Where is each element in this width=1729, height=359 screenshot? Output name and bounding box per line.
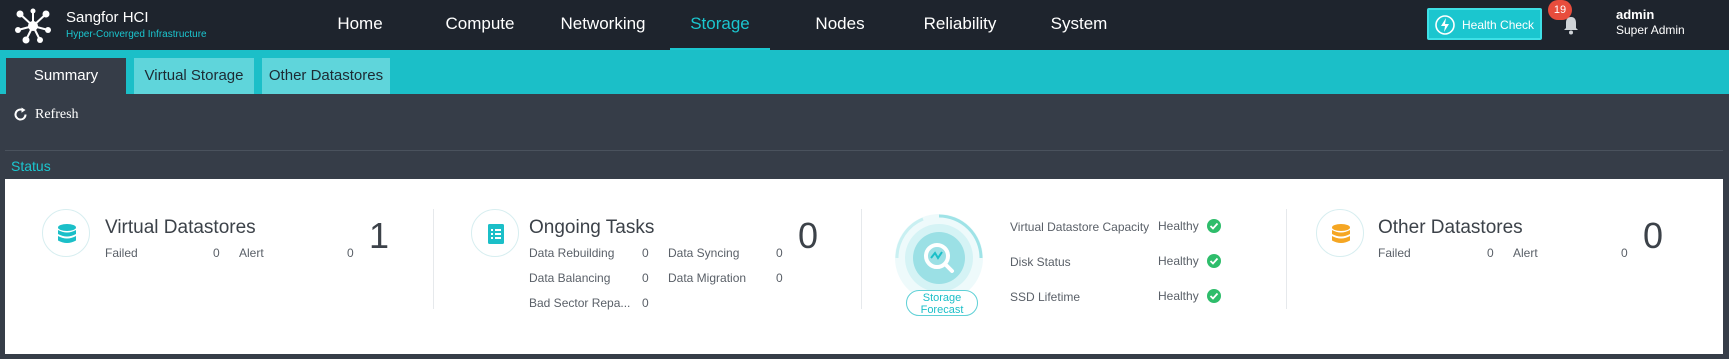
task-bad-sector-repair-label: Bad Sector Repa... [529, 296, 631, 310]
other-datastores-icon-circle [1316, 209, 1364, 257]
status-title: Status [11, 158, 51, 174]
other-datastores-failed-value: 0 [1487, 246, 1494, 260]
nav-nodes[interactable]: Nodes [805, 0, 875, 50]
task-data-rebuilding-label: Data Rebuilding [529, 246, 615, 260]
ongoing-tasks-card[interactable]: Ongoing Tasks 0 Data Rebuilding 0 Data S… [434, 179, 861, 354]
task-data-migration-value: 0 [776, 271, 783, 285]
check-disk-status-value: Healthy [1158, 254, 1199, 268]
task-bad-sector-repair-value: 0 [642, 296, 649, 310]
check-virtual-datastore-capacity-label: Virtual Datastore Capacity [1010, 220, 1150, 234]
check-circle-icon [1207, 219, 1221, 233]
other-datastores-alert-label: Alert [1513, 246, 1538, 260]
health-check-button[interactable]: Health Check [1427, 8, 1542, 40]
virtual-datastores-title: Virtual Datastores [105, 217, 256, 238]
status-panel-body: Virtual Datastores 1 Failed 0 Alert 0 On… [5, 179, 1723, 354]
virtual-datastores-alert-label: Alert [239, 246, 264, 260]
virtual-datastores-alert-value: 0 [347, 246, 354, 260]
sangfor-logo-icon [15, 8, 51, 44]
check-ssd-lifetime-value: Healthy [1158, 289, 1199, 303]
task-data-syncing-value: 0 [776, 246, 783, 260]
database-icon [1332, 224, 1350, 243]
database-icon [58, 224, 76, 243]
virtual-datastores-failed-value: 0 [213, 246, 220, 260]
task-data-syncing-label: Data Syncing [668, 246, 740, 260]
other-datastores-alert-value: 0 [1621, 246, 1628, 260]
brand-subtitle: Hyper-Converged Infrastructure [66, 29, 207, 40]
sub-tab-bar: Summary Virtual Storage Other Datastores [0, 50, 1729, 94]
check-disk-status-label: Disk Status [1010, 255, 1071, 269]
user-role: Super Admin [1616, 23, 1685, 37]
check-circle-icon [1207, 289, 1221, 303]
other-datastores-title: Other Datastores [1378, 217, 1523, 238]
refresh-label: Refresh [35, 107, 79, 122]
tab-summary[interactable]: Summary [6, 58, 126, 94]
status-panel-header: Status [5, 150, 1723, 179]
storage-forecast-label-line1: Storage [922, 292, 962, 304]
virtual-datastores-count: 1 [369, 215, 390, 256]
ongoing-tasks-title: Ongoing Tasks [529, 217, 655, 238]
toolbar: Refresh [0, 94, 1729, 136]
refresh-icon [14, 107, 27, 121]
user-name[interactable]: admin [1616, 7, 1654, 22]
virtual-datastores-card[interactable]: Virtual Datastores 1 Failed 0 Alert 0 [5, 179, 433, 354]
other-datastores-card[interactable]: Other Datastores 0 Failed 0 Alert 0 [1287, 179, 1723, 354]
check-ssd-lifetime-label: SSD Lifetime [1010, 290, 1081, 304]
nav-compute[interactable]: Compute [438, 0, 522, 50]
nav-storage[interactable]: Storage [670, 0, 770, 50]
status-panel: Status Virtual Datastores 1 Failed 0 Ale… [5, 150, 1723, 354]
check-virtual-datastore-capacity-value: Healthy [1158, 219, 1199, 233]
storage-forecast-label-line2: Forecast [920, 304, 964, 316]
other-datastores-failed-label: Failed [1378, 246, 1411, 260]
virtual-datastores-icon-circle [42, 209, 90, 257]
ongoing-tasks-icon-circle [471, 209, 519, 257]
ongoing-tasks-count: 0 [798, 215, 819, 256]
check-circle-icon [1207, 254, 1221, 268]
nav-system[interactable]: System [1044, 0, 1114, 50]
health-check-icon [1435, 15, 1455, 35]
health-check-label: Health Check [1462, 18, 1535, 32]
task-data-balancing-label: Data Balancing [529, 271, 611, 285]
notification-badge[interactable]: 19 [1548, 0, 1572, 20]
brand-name: Sangfor HCI [66, 9, 149, 26]
nav-reliability[interactable]: Reliability [915, 0, 1005, 50]
task-list-icon [488, 224, 504, 244]
storage-forecast-button[interactable]: Storage Forecast [906, 290, 978, 316]
other-datastores-count: 0 [1643, 215, 1664, 256]
tab-other-datastores[interactable]: Other Datastores [262, 58, 390, 94]
tab-virtual-storage[interactable]: Virtual Storage [134, 58, 254, 94]
task-data-rebuilding-value: 0 [642, 246, 649, 260]
task-data-migration-label: Data Migration [668, 271, 747, 285]
nav-home[interactable]: Home [330, 0, 390, 50]
task-data-balancing-value: 0 [642, 271, 649, 285]
nav-networking[interactable]: Networking [556, 0, 650, 50]
top-navigation-bar: Sangfor HCI Hyper-Converged Infrastructu… [0, 0, 1729, 50]
virtual-datastores-failed-label: Failed [105, 246, 138, 260]
